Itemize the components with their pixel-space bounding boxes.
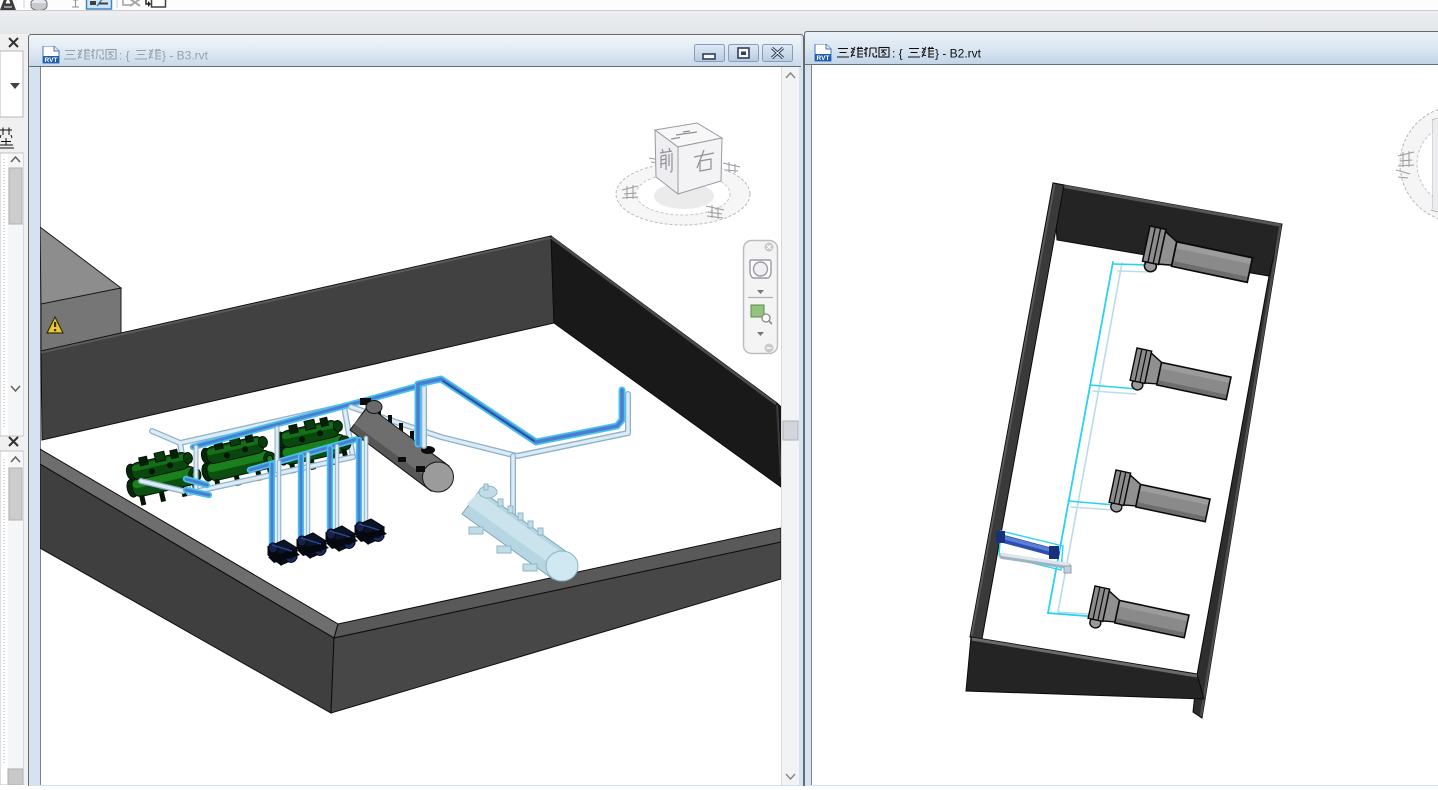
svg-text:: {: : {	[119, 49, 130, 63]
svg-text:RVT: RVT	[45, 57, 58, 64]
svg-text:: {: : {	[892, 47, 903, 61]
svg-text:RVT: RVT	[817, 55, 830, 62]
svg-text:} - B3.rvt: } - B3.rvt	[162, 49, 209, 63]
svg-text:} - B2.rvt: } - B2.rvt	[935, 47, 982, 61]
